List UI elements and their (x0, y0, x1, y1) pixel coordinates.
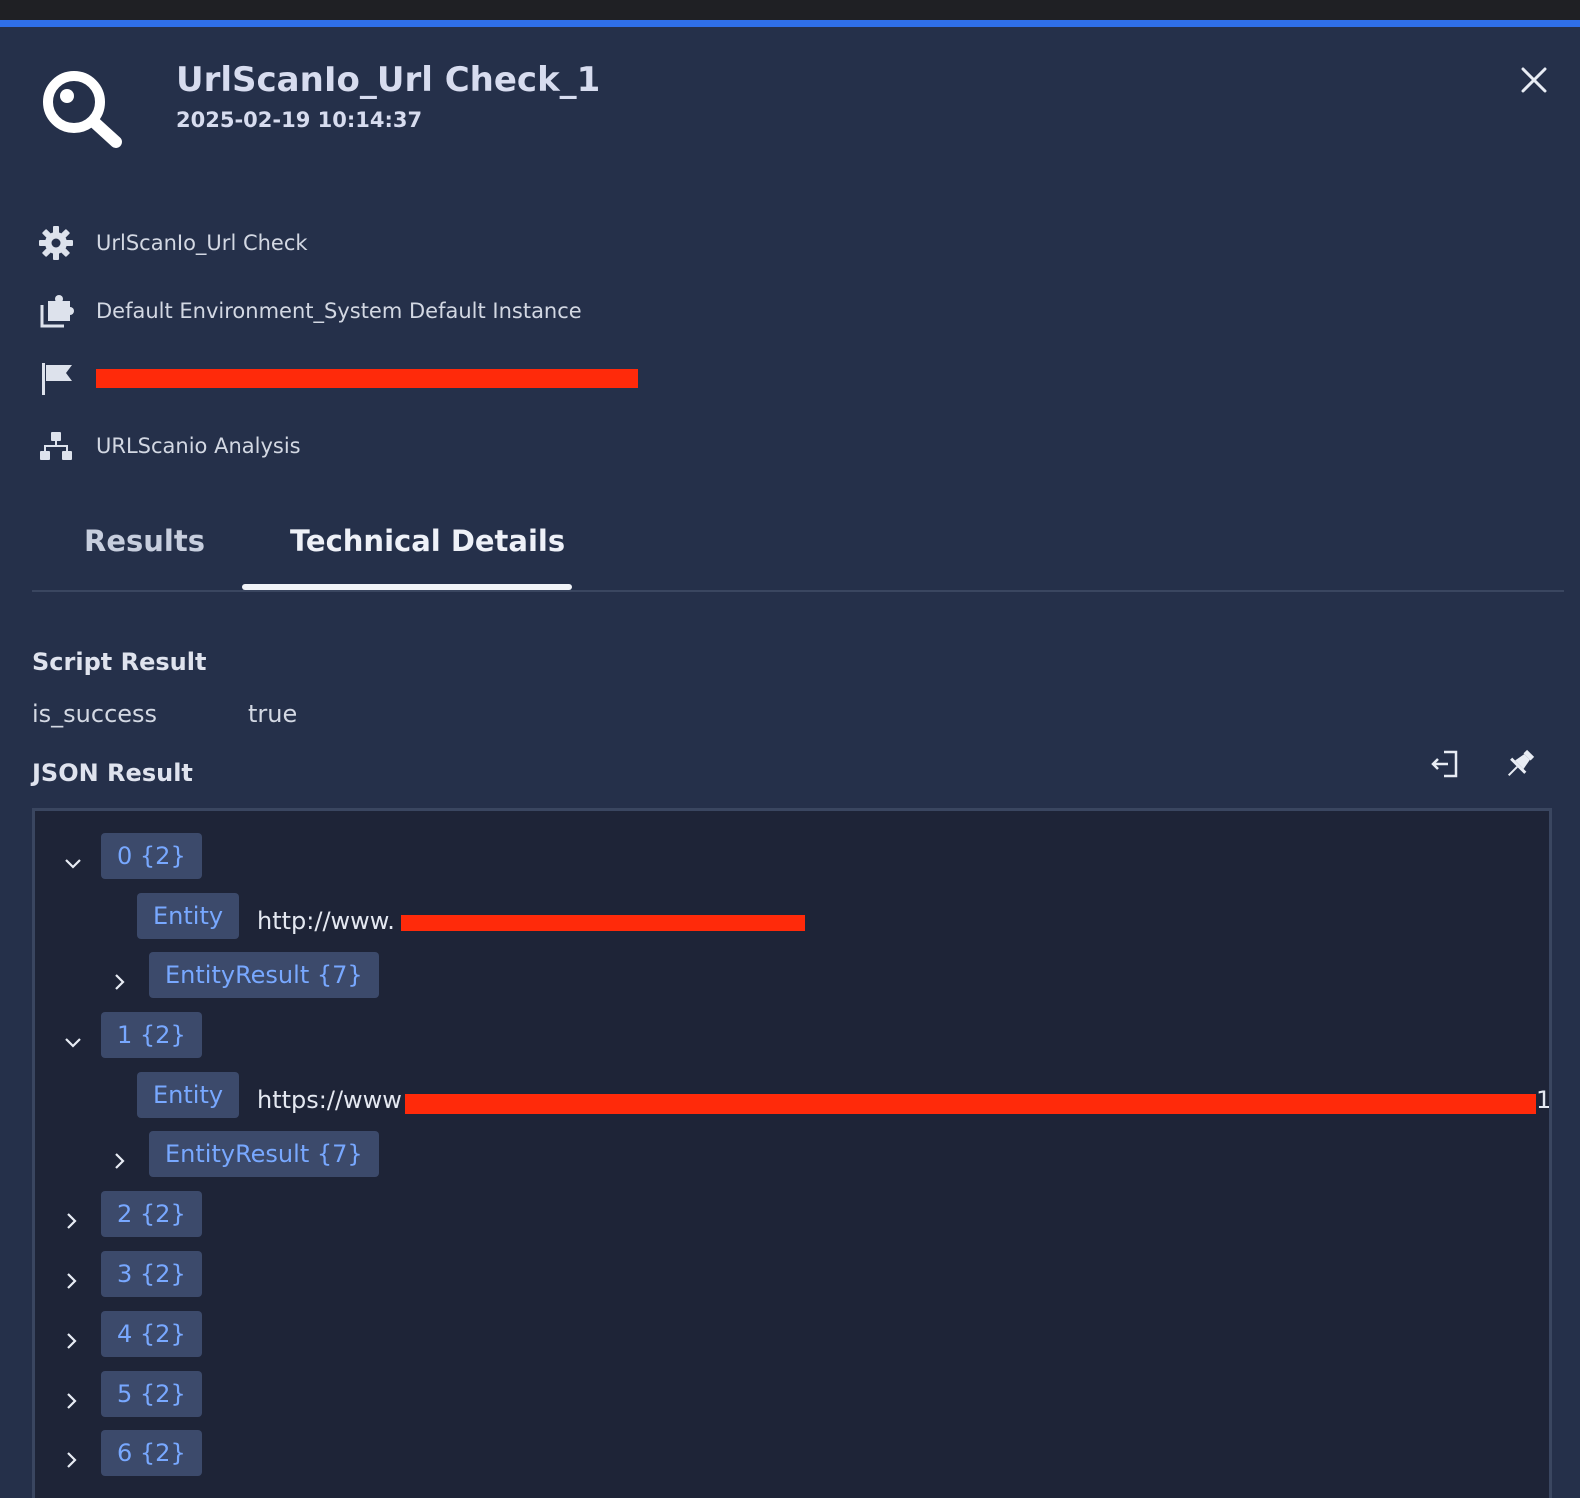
json-node-entity-result[interactable]: EntityResult {7} (149, 952, 379, 998)
json-node-entity-result[interactable]: EntityResult {7} (149, 1131, 379, 1177)
redacted-alert-name (96, 369, 638, 388)
tab-bar: Results Technical Details (32, 510, 1564, 592)
redacted-url (401, 915, 805, 931)
search-icon (43, 71, 122, 148)
chevron-right-icon[interactable] (60, 1270, 82, 1292)
environment-name: Default Environment_System Default Insta… (96, 299, 582, 323)
json-node-0[interactable]: 0 {2} (101, 833, 202, 879)
json-entity-value-tail: 1 (1536, 1086, 1552, 1114)
json-entity-value: http://www. (257, 907, 395, 935)
tab-results[interactable]: Results (84, 524, 205, 558)
json-key-entity: Entity (137, 893, 240, 939)
json-node-3[interactable]: 3 {2} (101, 1251, 202, 1297)
accent-strip (0, 20, 1580, 27)
json-node-4[interactable]: 4 {2} (101, 1311, 202, 1357)
hierarchy-icon (36, 426, 76, 466)
json-node-6[interactable]: 6 {2} (101, 1430, 202, 1476)
chevron-right-icon[interactable] (60, 1390, 82, 1412)
json-key-entity: Entity (137, 1072, 240, 1118)
chevron-right-icon[interactable] (60, 1210, 82, 1232)
export-icon[interactable] (1428, 746, 1464, 782)
json-result-tree: 0 {2} Entity http://www. EntityResult {7… (32, 808, 1552, 1498)
script-result-heading: Script Result (32, 648, 207, 676)
json-node-2[interactable]: 2 {2} (101, 1191, 202, 1237)
tab-technical-details[interactable]: Technical Details (290, 524, 565, 558)
run-timestamp: 2025-02-19 10:14:37 (176, 108, 423, 132)
flag-icon (36, 358, 76, 398)
is-success-value: true (248, 700, 298, 728)
integration-row: UrlScanIo_Url Check (36, 223, 308, 263)
chevron-right-icon[interactable] (108, 1150, 130, 1172)
environment-row: Default Environment_System Default Insta… (36, 291, 582, 331)
json-node-5[interactable]: 5 {2} (101, 1371, 202, 1417)
page-title: UrlScanIo_Url Check_1 (176, 60, 601, 100)
alert-row (36, 358, 76, 398)
chevron-right-icon[interactable] (60, 1449, 82, 1471)
puzzle-icon (36, 291, 76, 331)
chevron-down-icon[interactable] (62, 852, 84, 874)
is-success-key: is_success (32, 700, 158, 728)
playbook-row: URLScanio Analysis (36, 426, 301, 466)
window-top-bar (0, 0, 1580, 20)
pin-icon[interactable] (1502, 746, 1538, 782)
active-tab-indicator (242, 584, 572, 590)
playbook-name: URLScanio Analysis (96, 434, 301, 458)
integration-name: UrlScanIo_Url Check (96, 231, 308, 255)
chevron-down-icon[interactable] (62, 1031, 84, 1053)
chevron-right-icon[interactable] (60, 1330, 82, 1352)
close-icon[interactable] (1518, 64, 1550, 96)
redacted-url (405, 1094, 1536, 1114)
chevron-right-icon[interactable] (108, 971, 130, 993)
json-result-heading: JSON Result (32, 759, 193, 787)
gear-icon (36, 223, 76, 263)
json-entity-value: https://www (257, 1086, 402, 1114)
json-node-1[interactable]: 1 {2} (101, 1012, 202, 1058)
